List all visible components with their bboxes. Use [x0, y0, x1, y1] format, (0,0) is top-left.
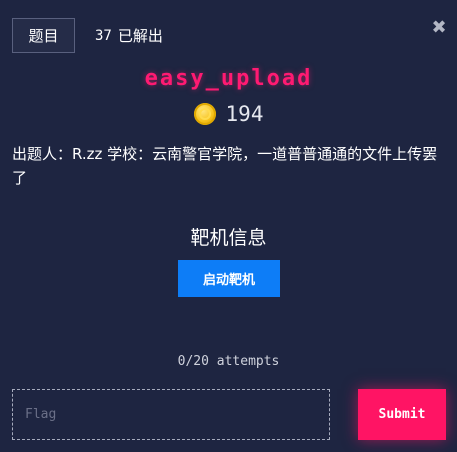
flag-input[interactable] — [12, 389, 330, 440]
submit-button[interactable]: Submit — [358, 389, 446, 440]
attempts-counter: 0/20 attempts — [177, 354, 280, 369]
points-value: 194 — [225, 102, 264, 126]
start-target-button[interactable]: 启动靶机 — [178, 260, 280, 297]
solve-count-number: 37 — [95, 27, 112, 44]
tab-challenge-label: 题目 — [28, 27, 59, 45]
solve-count-label: 已解出 — [117, 27, 163, 45]
close-icon[interactable]: ✖ — [429, 16, 449, 38]
tab-challenge[interactable]: 题目 — [12, 18, 75, 53]
challenge-title: easy_upload — [144, 66, 313, 91]
challenge-points: 194 — [0, 102, 457, 126]
coin-icon — [193, 103, 216, 125]
target-heading: 靶机信息 — [190, 227, 267, 249]
solve-count: 37 已解出 — [95, 25, 163, 46]
challenge-description: 出题人：R.zz 学校：云南警官学院，一道普普通通的文件上传罢了 — [12, 145, 438, 187]
